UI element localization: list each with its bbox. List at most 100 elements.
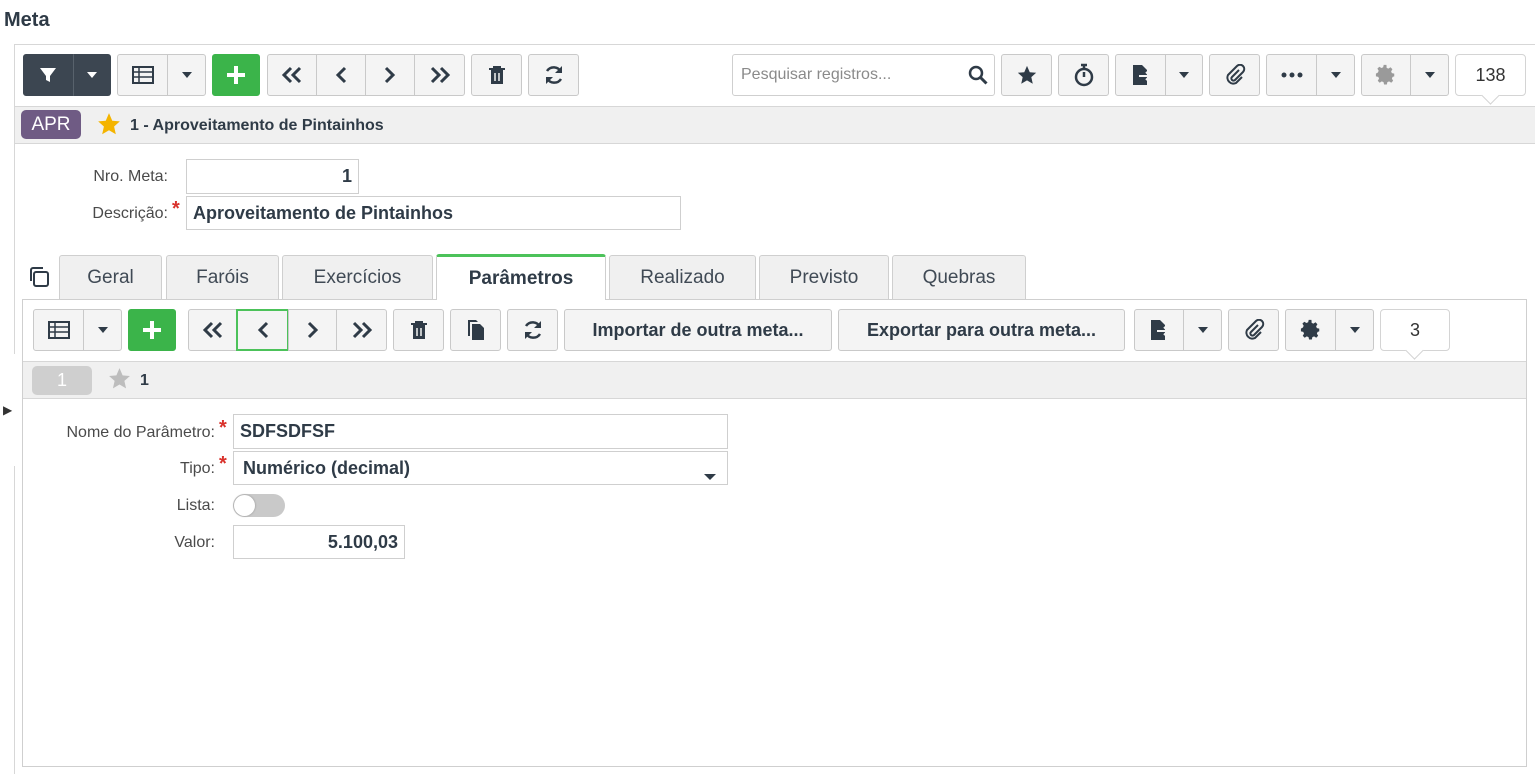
filter-button[interactable]	[23, 54, 73, 96]
settings-button[interactable]	[1361, 54, 1411, 96]
prev-record-button[interactable]	[316, 54, 366, 96]
sub-attachment-button[interactable]	[1228, 309, 1279, 351]
sidebar-divider-bottom	[14, 466, 15, 774]
tab-parametros[interactable]: Parâmetros	[436, 254, 606, 300]
descricao-field[interactable]: Aproveitamento de Pintainhos	[186, 196, 681, 230]
tab-quebras[interactable]: Quebras	[892, 255, 1026, 299]
refresh-icon	[545, 66, 562, 84]
sub-next-button[interactable]	[288, 309, 337, 351]
tab-exercicios[interactable]: Exercícios	[282, 255, 433, 299]
sub-duplicate-button[interactable]	[450, 309, 501, 351]
plus-icon	[143, 321, 161, 339]
search-icon[interactable]	[968, 65, 988, 90]
double-chevron-left-icon	[202, 321, 222, 339]
caret-down-icon	[1179, 72, 1189, 78]
import-from-meta-button[interactable]: Importar de outra meta...	[564, 309, 832, 351]
sub-prev-button[interactable]	[236, 309, 289, 351]
sidebar-expand-icon[interactable]: ▶	[3, 403, 12, 417]
required-marker: *	[219, 417, 227, 439]
grid-icon	[47, 321, 70, 339]
first-record-button[interactable]	[267, 54, 317, 96]
sub-record-count: 3	[1380, 309, 1450, 351]
caret-down-icon	[703, 465, 717, 486]
caret-down-icon	[97, 327, 108, 333]
tipo-label: Tipo:	[180, 460, 215, 477]
double-chevron-right-icon	[430, 66, 450, 84]
nome-parametro-field[interactable]: SDFSDFSF	[233, 414, 728, 449]
chevron-left-icon	[335, 66, 347, 84]
trash-icon	[410, 321, 427, 339]
page-title: Meta	[4, 9, 50, 31]
export-dropdown-button[interactable]	[1165, 54, 1203, 96]
subrecord-title: 1	[140, 372, 149, 389]
sub-first-button[interactable]	[188, 309, 237, 351]
caret-down-icon	[1330, 72, 1341, 78]
search-box[interactable]	[732, 54, 995, 96]
settings-dropdown-button[interactable]	[1410, 54, 1449, 96]
star-icon	[1017, 65, 1036, 84]
chevron-right-icon	[307, 321, 318, 339]
favorite-button[interactable]	[1001, 54, 1052, 96]
plus-icon	[227, 66, 245, 84]
nome-parametro-label: Nome do Parâmetro:	[66, 424, 215, 441]
tipo-selected-value: Numérico (decimal)	[243, 457, 411, 478]
header-divider	[15, 44, 1535, 45]
record-title: 1 - Aproveitamento de Pintainhos	[130, 117, 384, 134]
grid-view-button[interactable]	[117, 54, 168, 96]
timer-button[interactable]	[1058, 54, 1109, 96]
caret-down-icon	[1197, 327, 1208, 333]
nro-meta-field[interactable]: 1	[186, 159, 359, 194]
sidebar-divider-top	[14, 44, 15, 354]
lista-label: Lista:	[176, 497, 215, 514]
sub-settings-dropdown-button[interactable]	[1335, 309, 1374, 351]
export-file-icon	[1132, 65, 1151, 85]
double-chevron-left-icon	[281, 66, 302, 84]
grid-icon	[131, 66, 154, 84]
descricao-label: Descrição:	[92, 205, 168, 222]
sub-settings-button[interactable]	[1285, 309, 1336, 351]
sub-export-button[interactable]	[1134, 309, 1184, 351]
next-record-button[interactable]	[365, 54, 415, 96]
delete-button[interactable]	[471, 54, 522, 96]
attachment-button[interactable]	[1209, 54, 1260, 96]
sub-delete-button[interactable]	[393, 309, 444, 351]
trash-icon	[488, 66, 505, 84]
grid-dropdown-button[interactable]	[167, 54, 206, 96]
sub-grid-dropdown-button[interactable]	[83, 309, 122, 351]
favorite-star-icon[interactable]	[95, 111, 123, 142]
tab-previsto[interactable]: Previsto	[759, 255, 889, 299]
gear-icon	[1300, 319, 1319, 340]
subrecord-header-bar	[23, 361, 1526, 399]
tab-geral[interactable]: Geral	[59, 255, 162, 299]
caret-down-icon	[1349, 327, 1360, 333]
last-record-button[interactable]	[414, 54, 465, 96]
toggle-knob	[234, 495, 255, 516]
caret-down-icon	[181, 72, 192, 78]
export-button[interactable]	[1115, 54, 1166, 96]
sub-refresh-button[interactable]	[507, 309, 558, 351]
copy-icon[interactable]	[28, 266, 50, 293]
sub-grid-view-button[interactable]	[33, 309, 84, 351]
duplicate-icon	[467, 320, 484, 340]
filter-dropdown-button[interactable]	[73, 54, 111, 96]
tipo-select[interactable]: Numérico (decimal)	[233, 451, 728, 485]
subrecord-star-icon[interactable]	[106, 366, 133, 396]
chevron-right-icon	[384, 66, 396, 84]
add-record-button[interactable]	[212, 54, 260, 96]
sub-export-dropdown-button[interactable]	[1183, 309, 1222, 351]
nro-meta-label: Nro. Meta:	[93, 168, 168, 185]
tab-farois[interactable]: Faróis	[166, 255, 279, 299]
more-dropdown-button[interactable]	[1316, 54, 1355, 96]
search-input[interactable]	[739, 63, 959, 87]
tab-realizado[interactable]: Realizado	[609, 255, 756, 299]
gear-icon	[1375, 64, 1395, 85]
valor-field[interactable]: 5.100,03	[233, 525, 405, 559]
stopwatch-icon	[1074, 63, 1093, 87]
export-to-meta-button[interactable]: Exportar para outra meta...	[838, 309, 1125, 351]
sub-last-button[interactable]	[336, 309, 387, 351]
sub-add-button[interactable]	[128, 309, 176, 351]
refresh-button[interactable]	[528, 54, 579, 96]
more-button[interactable]	[1266, 54, 1317, 96]
lista-toggle[interactable]	[233, 494, 285, 517]
paperclip-icon	[1225, 64, 1245, 85]
